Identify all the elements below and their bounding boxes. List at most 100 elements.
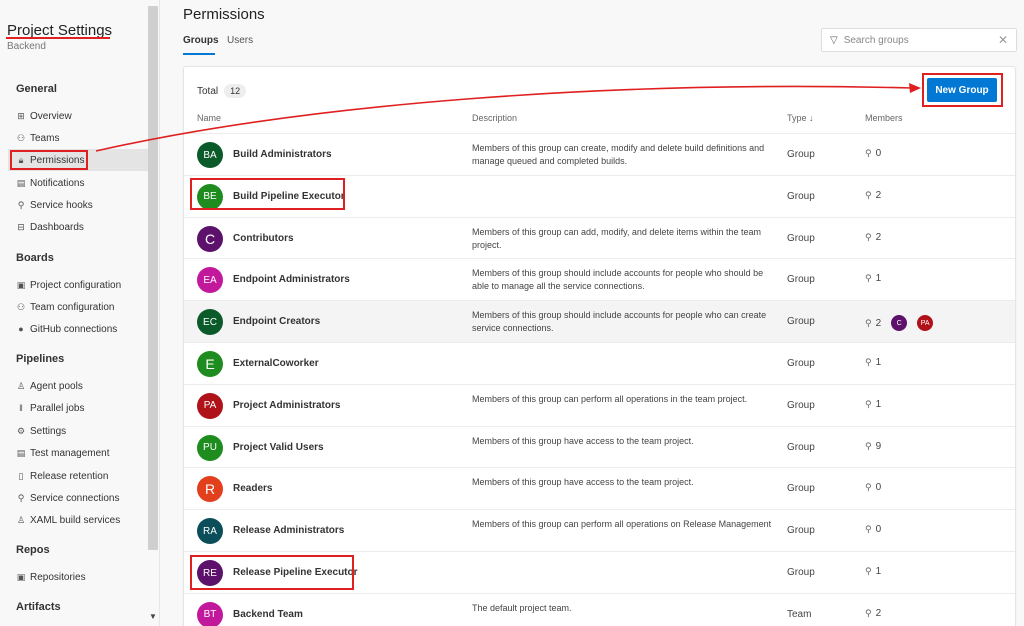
title-annotation-underline [6, 37, 110, 39]
group-name[interactable]: Build Administrators [233, 149, 332, 160]
members-count: 1 [875, 398, 882, 410]
table-row[interactable]: EA Endpoint Administrators Members of this… [184, 258, 1015, 300]
sidebar-item-test-management[interactable]: ▤ Test management [16, 445, 110, 461]
sidebar-item-label: Test management [30, 447, 110, 459]
group-description: Members of this group can perform all op… [472, 393, 748, 404]
group-name[interactable]: Project Administrators [233, 400, 340, 411]
total-label: Total [197, 85, 219, 97]
group-members: ⚲ 2 C PA [865, 315, 934, 332]
column-header-description: Description [472, 113, 518, 123]
sidebar-item-label: Settings [30, 425, 67, 437]
group-type: Team [787, 608, 812, 620]
table-row[interactable]: R Readers Members of this group have acces… [184, 467, 1015, 509]
members-icon: ⚲ [865, 148, 872, 158]
sidebar-item-team-configuration[interactable]: ⚇ Team configuration [16, 299, 115, 315]
table-row[interactable]: PU Project Valid Users Members of this gro… [184, 425, 1015, 468]
members-icon: ⚲ [865, 273, 872, 284]
group-name[interactable]: Release Administrators [233, 525, 344, 536]
avatar: R [197, 476, 223, 503]
sidebar-item-project-configuration[interactable]: ▣ Project configuration [16, 277, 121, 293]
table-row[interactable]: E ExternalCoworker Group ⚲ 1 [184, 342, 1015, 384]
members-icon: ⚲ [865, 524, 872, 535]
project-configuration-icon: ▣ [16, 279, 26, 290]
members-icon: ⚲ [865, 357, 872, 367]
notifications-icon: ▤ [16, 177, 26, 188]
group-members: ⚲ 1 [865, 357, 881, 368]
section-pipelines: Pipelines [16, 353, 65, 365]
sidebar-item-service-hooks[interactable]: ⚲ Service hooks [16, 197, 93, 213]
members-icon: ⚲ [865, 482, 872, 493]
member-avatar[interactable]: PA [917, 315, 934, 332]
group-type: Group [787, 232, 815, 244]
sidebar-item-repositories[interactable]: ▣ Repositories [16, 569, 86, 585]
group-members: ⚲ 1 [865, 399, 881, 410]
group-name[interactable]: ExternalCoworker [233, 358, 319, 369]
sidebar-item-dashboards[interactable]: ⊟ Dashboards [16, 219, 84, 235]
sidebar-item-label: Dashboards [30, 221, 84, 233]
permissions-annotation-box [10, 150, 88, 170]
group-description: Members of this group should include acc… [472, 310, 767, 334]
avatar: EC [197, 309, 223, 336]
tab-groups[interactable]: Groups [183, 35, 219, 46]
repositories-icon: ▣ [16, 571, 26, 582]
sidebar-item-parallel-jobs[interactable]: ‖ Parallel jobs [16, 400, 84, 416]
search-placeholder: Search groups [843, 34, 909, 46]
close-icon[interactable]: ✕ [998, 33, 1008, 47]
group-name[interactable]: Backend Team [233, 609, 303, 620]
sidebar-item-notifications[interactable]: ▤ Notifications [16, 175, 85, 191]
group-name[interactable]: Contributors [233, 233, 294, 244]
sidebar-item-settings[interactable]: ⚙ Settings [16, 423, 66, 439]
table-row[interactable]: PA Project Administrators Members of this … [184, 383, 1015, 426]
group-type: Group [787, 567, 815, 578]
sidebar-scrollbar[interactable] [148, 6, 158, 550]
members-count: 0 [875, 524, 882, 536]
member-avatar[interactable]: C [891, 315, 908, 332]
table-row[interactable]: BA Build Administrators Members of this gr… [184, 133, 1015, 175]
project-name: Backend [7, 41, 46, 52]
group-type: Group [787, 441, 815, 453]
column-header-type[interactable]: Type ↓ [787, 113, 814, 123]
tab-users[interactable]: Users [227, 35, 253, 46]
sidebar-item-label: Release retention [30, 470, 109, 482]
sidebar-item-agent-pools[interactable]: ♙ Agent pools [16, 378, 83, 394]
sidebar-item-label: Overview [30, 110, 72, 122]
table-row[interactable]: RA Release Administrators Members of this … [184, 509, 1015, 551]
scroll-down-icon[interactable]: ▼ [149, 612, 157, 621]
parallel-jobs-icon: ‖ [19, 403, 23, 413]
table-row[interactable]: BT Backend Team The default project team. T… [184, 592, 1015, 626]
group-description: Members of this group can add, modify, a… [472, 226, 761, 250]
test-management-icon: ▤ [16, 447, 26, 458]
sidebar-item-teams[interactable]: ⚇ Teams [16, 130, 60, 146]
sidebar-item-github-connections[interactable]: ● GitHub connections [16, 321, 117, 337]
section-repos: Repos [16, 544, 50, 556]
table-row[interactable]: EC Endpoint Creators Members of this group… [184, 300, 1015, 343]
avatar: BT [197, 601, 223, 626]
group-name[interactable]: Endpoint Creators [233, 316, 320, 327]
sidebar-item-overview[interactable]: ⊞ Overview [16, 108, 72, 124]
release-pipeline-executor-annotation-box [190, 555, 354, 590]
group-name[interactable]: Readers [233, 483, 272, 494]
new-group-annotation-box [922, 73, 1003, 107]
group-members: ⚲ 0 [865, 482, 881, 493]
sidebar-item-service-connections[interactable]: ⚲ Service connections [16, 490, 120, 506]
table-row[interactable]: C Contributors Members of this group can a… [184, 216, 1015, 259]
group-name[interactable]: Project Valid Users [233, 442, 324, 453]
overview-icon: ⊞ [17, 110, 25, 121]
group-type: Group [787, 399, 815, 411]
group-description: Members of this group should include acc… [472, 268, 764, 292]
group-name[interactable]: Endpoint Administrators [233, 274, 350, 285]
group-members: ⚲ 2 [865, 190, 881, 201]
members-count: 1 [875, 273, 882, 285]
search-input[interactable]: ▽ Search groups ✕ [821, 28, 1017, 52]
section-general: General [16, 83, 57, 95]
sidebar-item-label: Service connections [30, 492, 120, 504]
sidebar-item-release-retention[interactable]: ▯ Release retention [16, 468, 109, 484]
sidebar-item-label: Teams [30, 132, 60, 144]
sidebar-item-label: Service hooks [30, 199, 93, 211]
sidebar-item-xaml-build-services[interactable]: ♙ XAML build services [16, 512, 120, 528]
column-header-name[interactable]: Name [197, 113, 221, 123]
members-count: 1 [875, 566, 882, 577]
group-type: Group [787, 358, 815, 369]
sidebar-item-label: Project configuration [30, 279, 122, 291]
sidebar-item-label: Repositories [30, 571, 86, 583]
